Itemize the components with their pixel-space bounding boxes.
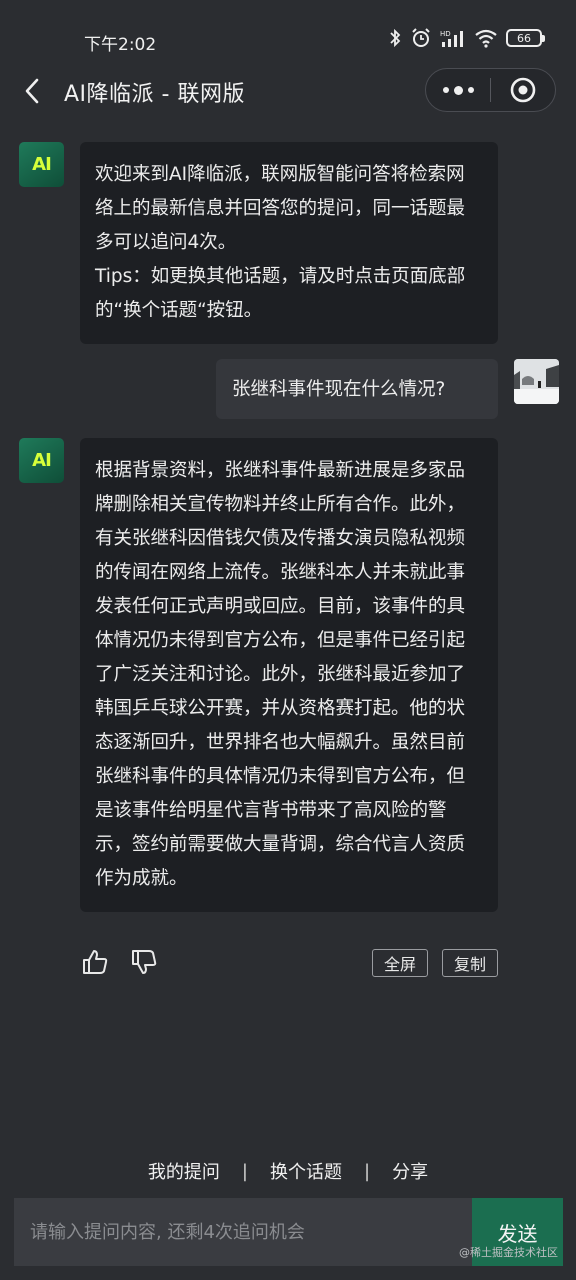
dislike-button[interactable]: [130, 948, 158, 976]
thumbs-down-icon: [132, 950, 157, 974]
bot-avatar: AI: [19, 438, 64, 483]
target-close-icon: [510, 77, 536, 103]
mini-program-capsule: [425, 68, 556, 112]
watermark: @稀土掘金技术社区: [459, 1246, 558, 1259]
thumbs-up-icon: [83, 950, 108, 974]
bot-avatar-logo: AI: [32, 154, 52, 175]
battery-icon: 66: [506, 29, 545, 47]
link-separator: |: [364, 1160, 371, 1182]
user-avatar-image: [514, 359, 559, 404]
link-separator: |: [241, 1160, 248, 1182]
fullscreen-button[interactable]: 全屏: [372, 949, 428, 977]
nav-bar: AI降临派 - 联网版: [0, 62, 576, 120]
welcome-tips: Tips：如更换其他话题，请及时点击页面底部的“换个话题“按钮。: [95, 266, 466, 321]
user-message: 张继科事件现在什么情况?: [216, 359, 498, 419]
more-button[interactable]: [426, 69, 490, 111]
my-questions-link[interactable]: 我的提问: [148, 1158, 220, 1184]
page-title: AI降临派 - 联网版: [64, 82, 245, 107]
more-dots-icon: [442, 87, 449, 93]
question-input[interactable]: [14, 1198, 472, 1266]
back-button[interactable]: [18, 74, 48, 108]
user-question-text: 张继科事件现在什么情况?: [232, 379, 446, 400]
welcome-text: 欢迎来到AI降临派，联网版智能问答将检索网络上的最新信息并回答您的提问，同一话题…: [95, 164, 466, 253]
status-icons: HD 66: [388, 27, 545, 49]
bot-avatar-logo: AI: [32, 450, 52, 471]
user-avatar: [514, 359, 559, 404]
alarm-icon: [412, 28, 430, 47]
share-link[interactable]: 分享: [392, 1158, 428, 1184]
bot-avatar: AI: [19, 142, 64, 187]
svg-text:HD: HD: [440, 30, 451, 38]
bottom-links: 我的提问 | 换个话题 | 分享: [0, 1158, 576, 1184]
like-button[interactable]: [81, 948, 109, 976]
answer-text: 根据背景资料，张继科事件最新进展是多家品牌删除相关宣传物料并终止所有合作。此外，…: [95, 460, 466, 889]
chevron-left-icon: [25, 78, 39, 104]
copy-button[interactable]: 复制: [442, 949, 498, 977]
hd-signal-icon: HD: [440, 30, 463, 47]
change-topic-link[interactable]: 换个话题: [270, 1158, 342, 1184]
bot-answer-message: 根据背景资料，张继科事件最新进展是多家品牌删除相关宣传物料并终止所有合作。此外，…: [80, 438, 498, 912]
close-mini-program-button[interactable]: [491, 69, 555, 111]
bluetooth-icon: [390, 28, 401, 48]
status-time: 下午2:02: [84, 35, 157, 55]
bot-welcome-message: 欢迎来到AI降临派，联网版智能问答将检索网络上的最新信息并回答您的提问，同一话题…: [80, 142, 498, 344]
wifi-icon: [475, 29, 497, 48]
